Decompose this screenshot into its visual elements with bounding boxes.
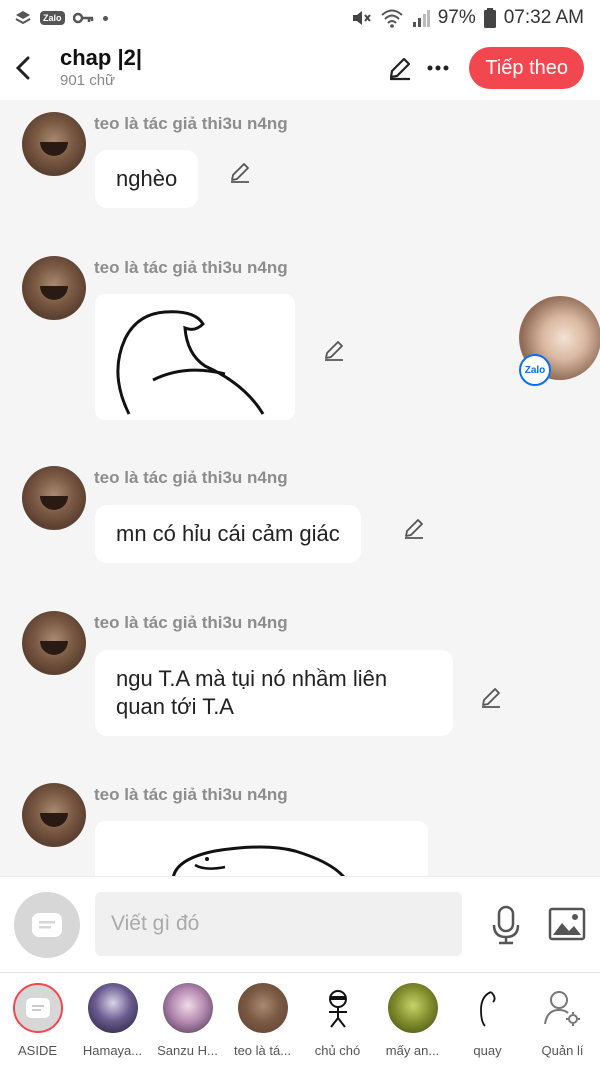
avatar[interactable] xyxy=(22,466,86,530)
more-horizontal-icon xyxy=(427,65,449,71)
nav-label: chủ chó xyxy=(314,1043,361,1058)
wifi-icon xyxy=(381,9,403,28)
user-gear-icon xyxy=(538,983,588,1033)
layers-icon xyxy=(15,11,31,25)
edit-pencil-icon[interactable] xyxy=(322,338,346,362)
nav-item-aside[interactable]: ASIDE xyxy=(0,973,75,1067)
edit-pencil-icon[interactable] xyxy=(479,685,503,709)
avatar[interactable] xyxy=(22,256,86,320)
clock: 07:32 AM xyxy=(503,7,584,28)
sender-name: teo là tác giả thi3u n4ng xyxy=(94,468,288,487)
edit-pencil-icon[interactable] xyxy=(402,516,426,540)
bottom-nav: ASIDE Hamaya... Sanzu H... teo là tá... … xyxy=(0,972,600,1067)
chevron-left-icon xyxy=(15,56,30,80)
back-button[interactable] xyxy=(0,36,46,100)
edit-pencil-icon[interactable] xyxy=(228,160,252,184)
drawing-sketch-image xyxy=(172,845,346,876)
message-bubble[interactable]: mn có hỉu cái cảm giác xyxy=(95,505,361,563)
message-bubble[interactable]: ngu T.A mà tụi nó nhầm liên quan tới T.A xyxy=(95,650,453,736)
nav-item-teo[interactable]: teo là tá... xyxy=(225,973,300,1067)
pencil-icon xyxy=(390,57,411,81)
sender-name: teo là tác giả thi3u n4ng xyxy=(94,613,288,632)
sender-name: teo là tác giả thi3u n4ng xyxy=(94,785,288,804)
avatar[interactable] xyxy=(22,611,86,675)
nav-label: Hamaya... xyxy=(82,1043,143,1058)
aside-icon xyxy=(12,983,63,1033)
edit-button[interactable] xyxy=(381,48,419,88)
word-count: 901 chữ xyxy=(60,72,116,89)
dot-icon xyxy=(102,15,108,21)
mute-icon xyxy=(352,11,371,25)
avatar xyxy=(462,983,513,1033)
message-bubble[interactable]: nghèo xyxy=(95,150,199,208)
nav-label: quay xyxy=(473,1043,502,1058)
signal-icon xyxy=(412,10,430,27)
message-box-icon xyxy=(32,913,62,937)
nav-label: Sanzu H... xyxy=(157,1043,218,1058)
key-icon xyxy=(72,12,93,24)
image-picker-icon[interactable] xyxy=(548,907,586,941)
nav-label: teo là tá... xyxy=(233,1043,292,1058)
avatar xyxy=(237,983,288,1033)
chat-area[interactable]: teo là tác giả thi3u n4ng nghèo teo là t… xyxy=(0,100,600,876)
microphone-icon[interactable] xyxy=(490,905,522,945)
avatar xyxy=(162,983,213,1033)
composer xyxy=(0,876,600,972)
nav-item-chu-cho[interactable]: chủ chó xyxy=(300,973,375,1067)
nav-item-manage[interactable]: Quản lí xyxy=(525,973,600,1067)
message-input[interactable] xyxy=(95,892,462,956)
zalo-badge: Zalo xyxy=(519,354,551,386)
status-bar: Zalo 97% 07:32 AM xyxy=(0,0,600,36)
nav-item-quay[interactable]: quay xyxy=(450,973,525,1067)
nav-item-hamaya[interactable]: Hamaya... xyxy=(75,973,150,1067)
sender-name: teo là tác giả thi3u n4ng xyxy=(94,114,288,133)
app-header: chap |2| 901 chữ Tiếp theo xyxy=(0,36,600,100)
page-title: chap |2| xyxy=(60,45,143,70)
status-left: Zalo xyxy=(14,9,108,27)
image-message[interactable] xyxy=(95,294,295,420)
avatar[interactable] xyxy=(22,783,86,847)
battery-icon xyxy=(483,8,496,28)
image-message[interactable] xyxy=(95,821,428,876)
sender-name: teo là tác giả thi3u n4ng xyxy=(94,258,288,277)
nav-label: ASIDE xyxy=(17,1043,57,1058)
zalo-status-icon: Zalo xyxy=(40,11,65,25)
drawing-sketch-image xyxy=(116,310,265,415)
avatar xyxy=(87,983,138,1033)
avatar xyxy=(387,983,438,1033)
avatar[interactable] xyxy=(22,112,86,176)
more-button[interactable] xyxy=(419,48,457,88)
aside-toggle-button[interactable] xyxy=(14,892,80,958)
title-block: chap |2| 901 chữ xyxy=(46,45,381,91)
battery-percent: 97% xyxy=(437,7,476,28)
nav-label: mấy an... xyxy=(385,1043,440,1058)
avatar xyxy=(312,983,363,1033)
nav-item-may-an[interactable]: mấy an... xyxy=(375,973,450,1067)
nav-item-sanzu[interactable]: Sanzu H... xyxy=(150,973,225,1067)
next-button[interactable]: Tiếp theo xyxy=(469,47,584,89)
status-right: 97% 07:32 AM xyxy=(350,7,584,29)
nav-label: Quản lí xyxy=(541,1043,584,1058)
